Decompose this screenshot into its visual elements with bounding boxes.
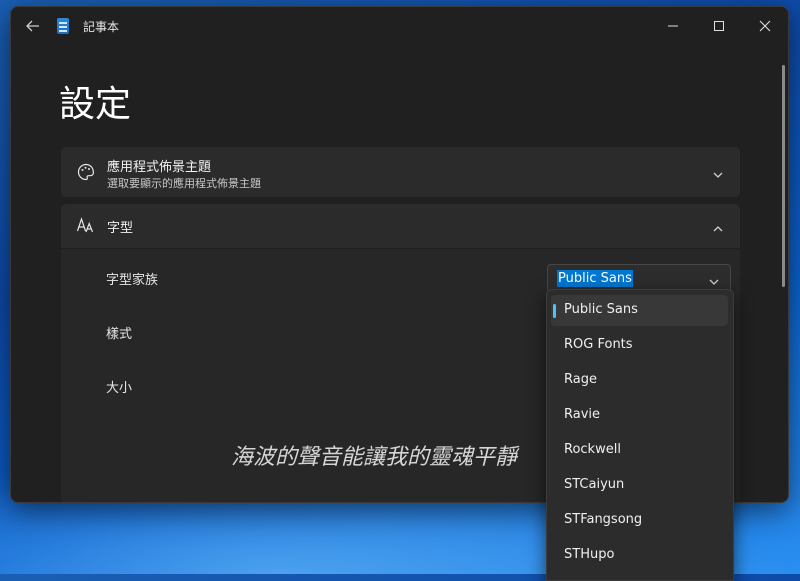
palette-icon xyxy=(76,162,96,182)
app-theme-title: 應用程式佈景主題 xyxy=(107,160,212,175)
chevron-down-icon xyxy=(708,273,720,285)
title-bar: 記事本 xyxy=(11,7,788,45)
minimize-button[interactable] xyxy=(650,7,696,45)
minimize-icon xyxy=(668,25,678,27)
chevron-up-icon[interactable] xyxy=(712,220,724,232)
font-option-rage[interactable]: Rage xyxy=(551,365,728,396)
font-icon xyxy=(76,216,96,236)
font-card-title: 字型 xyxy=(107,221,134,236)
close-icon xyxy=(759,20,771,32)
page-title: 設定 xyxy=(59,84,132,125)
back-arrow-icon[interactable] xyxy=(23,16,43,36)
maximize-button[interactable] xyxy=(696,7,742,45)
vertical-scrollbar[interactable] xyxy=(782,65,785,287)
font-option-stcaiyun[interactable]: STCaiyun xyxy=(551,470,728,501)
app-theme-subtitle: 選取要顯示的應用程式佈景主題 xyxy=(107,177,261,190)
maximize-icon xyxy=(714,21,724,31)
font-size-label: 大小 xyxy=(106,381,133,396)
window-title: 記事本 xyxy=(83,20,120,34)
font-option-rog-fonts[interactable]: ROG Fonts xyxy=(551,330,728,361)
font-family-value[interactable]: Public Sans xyxy=(557,270,633,287)
font-option-ravie[interactable]: Ravie xyxy=(551,400,728,431)
font-family-dropdown-list: Public Sans ROG Fonts Rage Ravie Rockwel… xyxy=(546,289,734,581)
font-style-label: 樣式 xyxy=(106,327,133,342)
close-button[interactable] xyxy=(742,7,788,45)
font-preview-text: 海波的聲音能讓我的靈魂平靜 xyxy=(231,445,518,470)
chevron-down-icon[interactable] xyxy=(712,166,724,178)
notepad-app-icon xyxy=(57,18,69,34)
font-option-stfangsong[interactable]: STFangsong xyxy=(551,505,728,536)
font-family-label: 字型家族 xyxy=(106,273,159,288)
font-card-header[interactable]: 字型 xyxy=(61,204,740,248)
font-option-sthupo[interactable]: STHupo xyxy=(551,540,728,571)
font-option-public-sans[interactable]: Public Sans xyxy=(551,295,728,326)
font-option-rockwell[interactable]: Rockwell xyxy=(551,435,728,466)
app-theme-card[interactable]: 應用程式佈景主題 選取要顯示的應用程式佈景主題 xyxy=(61,147,740,197)
